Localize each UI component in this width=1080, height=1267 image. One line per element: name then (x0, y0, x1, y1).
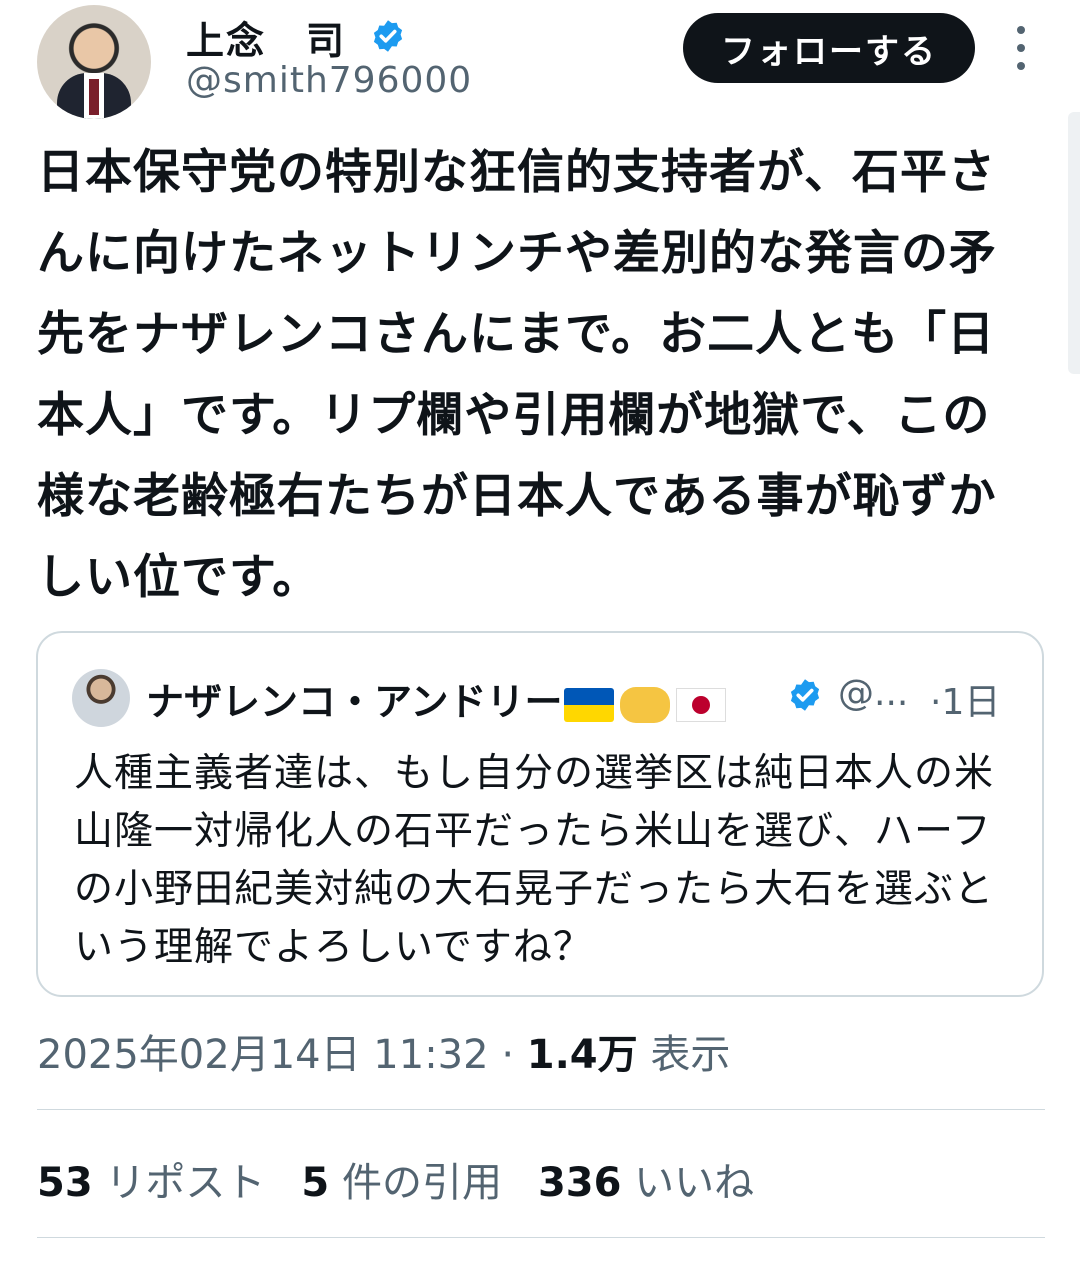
tweet-timestamp[interactable]: 2025年02月14日 11:32 (37, 1032, 489, 1078)
author-avatar[interactable] (37, 5, 151, 119)
ukraine-flag-icon (564, 687, 615, 722)
quoted-time[interactable]: ·1日 (930, 673, 1000, 725)
engagement-stats: 53 リポスト 5 件の引用 336 いいね (37, 1150, 790, 1208)
japan-flag-icon (676, 687, 727, 722)
follow-button[interactable]: フォローする (683, 13, 975, 83)
quoted-author-avatar[interactable] (72, 669, 130, 727)
likes-label: いいね (634, 1160, 755, 1206)
reposts-stat[interactable]: 53 リポスト (37, 1160, 301, 1206)
quoted-tweet[interactable]: ナザレンコ・アンドリー @... ·1日 人種主義者達は、もし自分の選挙区は純日… (36, 631, 1044, 997)
quoted-author-name-row[interactable]: ナザレンコ・アンドリー (146, 671, 727, 726)
scrollbar[interactable] (1068, 112, 1080, 374)
view-count: 1.4万 (526, 1032, 638, 1078)
view-label: 表示 (650, 1032, 731, 1078)
quoted-verified-badge-icon (790, 679, 820, 711)
quoted-tweet-text: 人種主義者達は、もし自分の選挙区は純日本人の米山隆一対帰化人の石平だったら米山を… (74, 751, 995, 970)
quotes-label: 件の引用 (341, 1160, 502, 1206)
meta-separator: · (501, 1032, 515, 1078)
more-options-icon[interactable] (1008, 26, 1034, 70)
tweet-meta: 2025年02月14日 11:32 · 1.4万 表示 (37, 1022, 730, 1080)
quotes-count: 5 (301, 1160, 330, 1206)
handshake-icon (620, 686, 671, 723)
verified-badge-icon (373, 20, 403, 52)
tweet-text: 日本保守党の特別な狂信的支持者が、石平さんに向けたネットリンチや差別的な発言の矛… (37, 145, 997, 605)
divider (37, 1109, 1045, 1110)
reposts-count: 53 (37, 1160, 93, 1206)
author-handle[interactable]: @smith796000 (186, 60, 472, 101)
divider (37, 1237, 1045, 1238)
likes-count: 336 (537, 1160, 622, 1206)
author-name[interactable]: 上念 司 (186, 10, 346, 65)
quoted-author-handle[interactable]: @... (838, 673, 908, 714)
likes-stat[interactable]: 336 いいね (538, 1160, 790, 1206)
quoted-author-name: ナザレンコ・アンドリー (146, 680, 563, 724)
reposts-label: リポスト (105, 1160, 266, 1206)
quotes-stat[interactable]: 5 件の引用 (301, 1160, 538, 1206)
